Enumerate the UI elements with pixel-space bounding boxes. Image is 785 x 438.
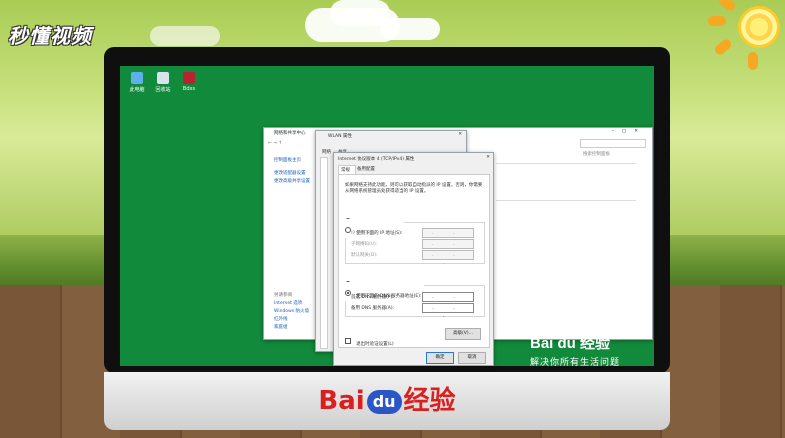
description-text: 如果网络支持此功能，则可以获取自动指派的 IP 设置。否则，你需要从网络系统管理… <box>345 183 483 194</box>
baidu-jingyan-logo: Bai du 经验 <box>318 386 456 416</box>
watermark-subtitle: 解决你所有生活问题 <box>530 358 621 368</box>
ip-address-label: IP 地址(I): <box>351 231 372 236</box>
cloud-decoration <box>150 26 220 46</box>
subnet-mask-field[interactable]: . . . <box>422 239 474 255</box>
properties-panel <box>320 157 328 349</box>
see-also-link-firewall[interactable]: Windows 防火墙 <box>274 308 309 314</box>
close-icon[interactable]: ✕ <box>458 132 462 137</box>
close-icon[interactable]: ✕ <box>486 155 490 160</box>
see-also-link-internet-options[interactable]: Internet 选项 <box>274 300 302 306</box>
recycle-bin-icon <box>157 72 169 84</box>
desktop-icon-label: 回收站 <box>155 87 171 93</box>
tab-network[interactable]: 网络 <box>322 149 331 155</box>
sidebar-item-home[interactable]: 控制面板主页 <box>274 157 301 163</box>
validate-settings-checkbox[interactable]: 退出时验证设置(L) <box>345 330 394 349</box>
ok-button[interactable]: 确定 <box>426 352 454 364</box>
divider <box>496 200 636 201</box>
desktop-icon-this-pc[interactable]: 此电脑 <box>124 72 150 93</box>
desktop-icon-label: Bdxs <box>182 86 196 92</box>
cancel-button[interactable]: 取消 <box>458 352 486 364</box>
app-icon <box>183 72 195 84</box>
nav-arrows[interactable]: ← → ↑ <box>268 141 282 146</box>
preferred-dns-label: 首选 DNS 服务器(P): <box>351 295 394 300</box>
baidu-watermark: Bai du 经验 解决你所有生活问题 <box>530 332 650 368</box>
window-controls[interactable]: –□✕ <box>612 129 646 134</box>
divider <box>496 163 636 164</box>
desktop-icon-recycle-bin[interactable]: 回收站 <box>150 72 176 93</box>
desktop-screen: 此电脑 回收站 Bdxs 网络和共享中心 –□✕ ← → ↑ 搜索控制面板 控制… <box>120 66 654 368</box>
cloud-decoration <box>380 18 440 40</box>
tab-alternate-config[interactable]: 备用配置 <box>357 166 375 172</box>
sun-ray <box>748 52 758 70</box>
sidebar-item-adapter[interactable]: 更改适配器设置 <box>274 170 306 176</box>
monitor-chin: Bai du 经验 <box>104 372 670 430</box>
sun-icon <box>738 6 780 48</box>
watermark-logo: Bai du 经验 <box>530 335 611 352</box>
ip-address-field[interactable]: . . . <box>422 228 474 244</box>
desktop-icon-bdxs[interactable]: Bdxs <box>176 72 202 92</box>
window-title: 网络和共享中心 <box>274 131 306 136</box>
default-gateway-label: 默认网关(D): <box>351 253 378 258</box>
see-also-heading: 另请参阅 <box>274 293 292 298</box>
advanced-button[interactable]: 高级(V)... <box>445 328 481 340</box>
sun-ray <box>708 16 726 26</box>
computer-icon <box>131 72 143 84</box>
ipv4-properties-dialog: Internet 协议版本 4 (TCP/IPv4) 属性 ✕ 常规 备用配置 … <box>333 152 494 366</box>
alternate-dns-label: 备用 DNS 服务器(A): <box>351 306 395 311</box>
checkbox-indicator <box>345 337 351 344</box>
alternate-dns-field[interactable]: . . . <box>422 303 474 319</box>
sidebar-item-advanced-sharing[interactable]: 更改高级共享设置 <box>274 178 310 184</box>
preferred-dns-field[interactable]: . . . <box>422 292 474 308</box>
see-also-link-infrared[interactable]: 红外线 <box>274 316 288 322</box>
brand-logo: 秒懂视频 <box>8 24 92 48</box>
general-panel: 如果网络支持此功能，则可以获取自动指派的 IP 设置。否则，你需要从网络系统管理… <box>338 174 490 348</box>
default-gateway-field[interactable]: . . . <box>422 250 474 266</box>
dialog-title: Internet 协议版本 4 (TCP/IPv4) 属性 <box>338 157 415 162</box>
see-also-link-homegroup[interactable]: 家庭组 <box>274 324 288 330</box>
desktop-icon-label: 此电脑 <box>129 87 145 93</box>
search-input[interactable]: 搜索控制面板 <box>580 139 646 157</box>
window-title: WLAN 属性 <box>328 134 352 139</box>
subnet-mask-label: 子网掩码(U): <box>351 242 378 247</box>
